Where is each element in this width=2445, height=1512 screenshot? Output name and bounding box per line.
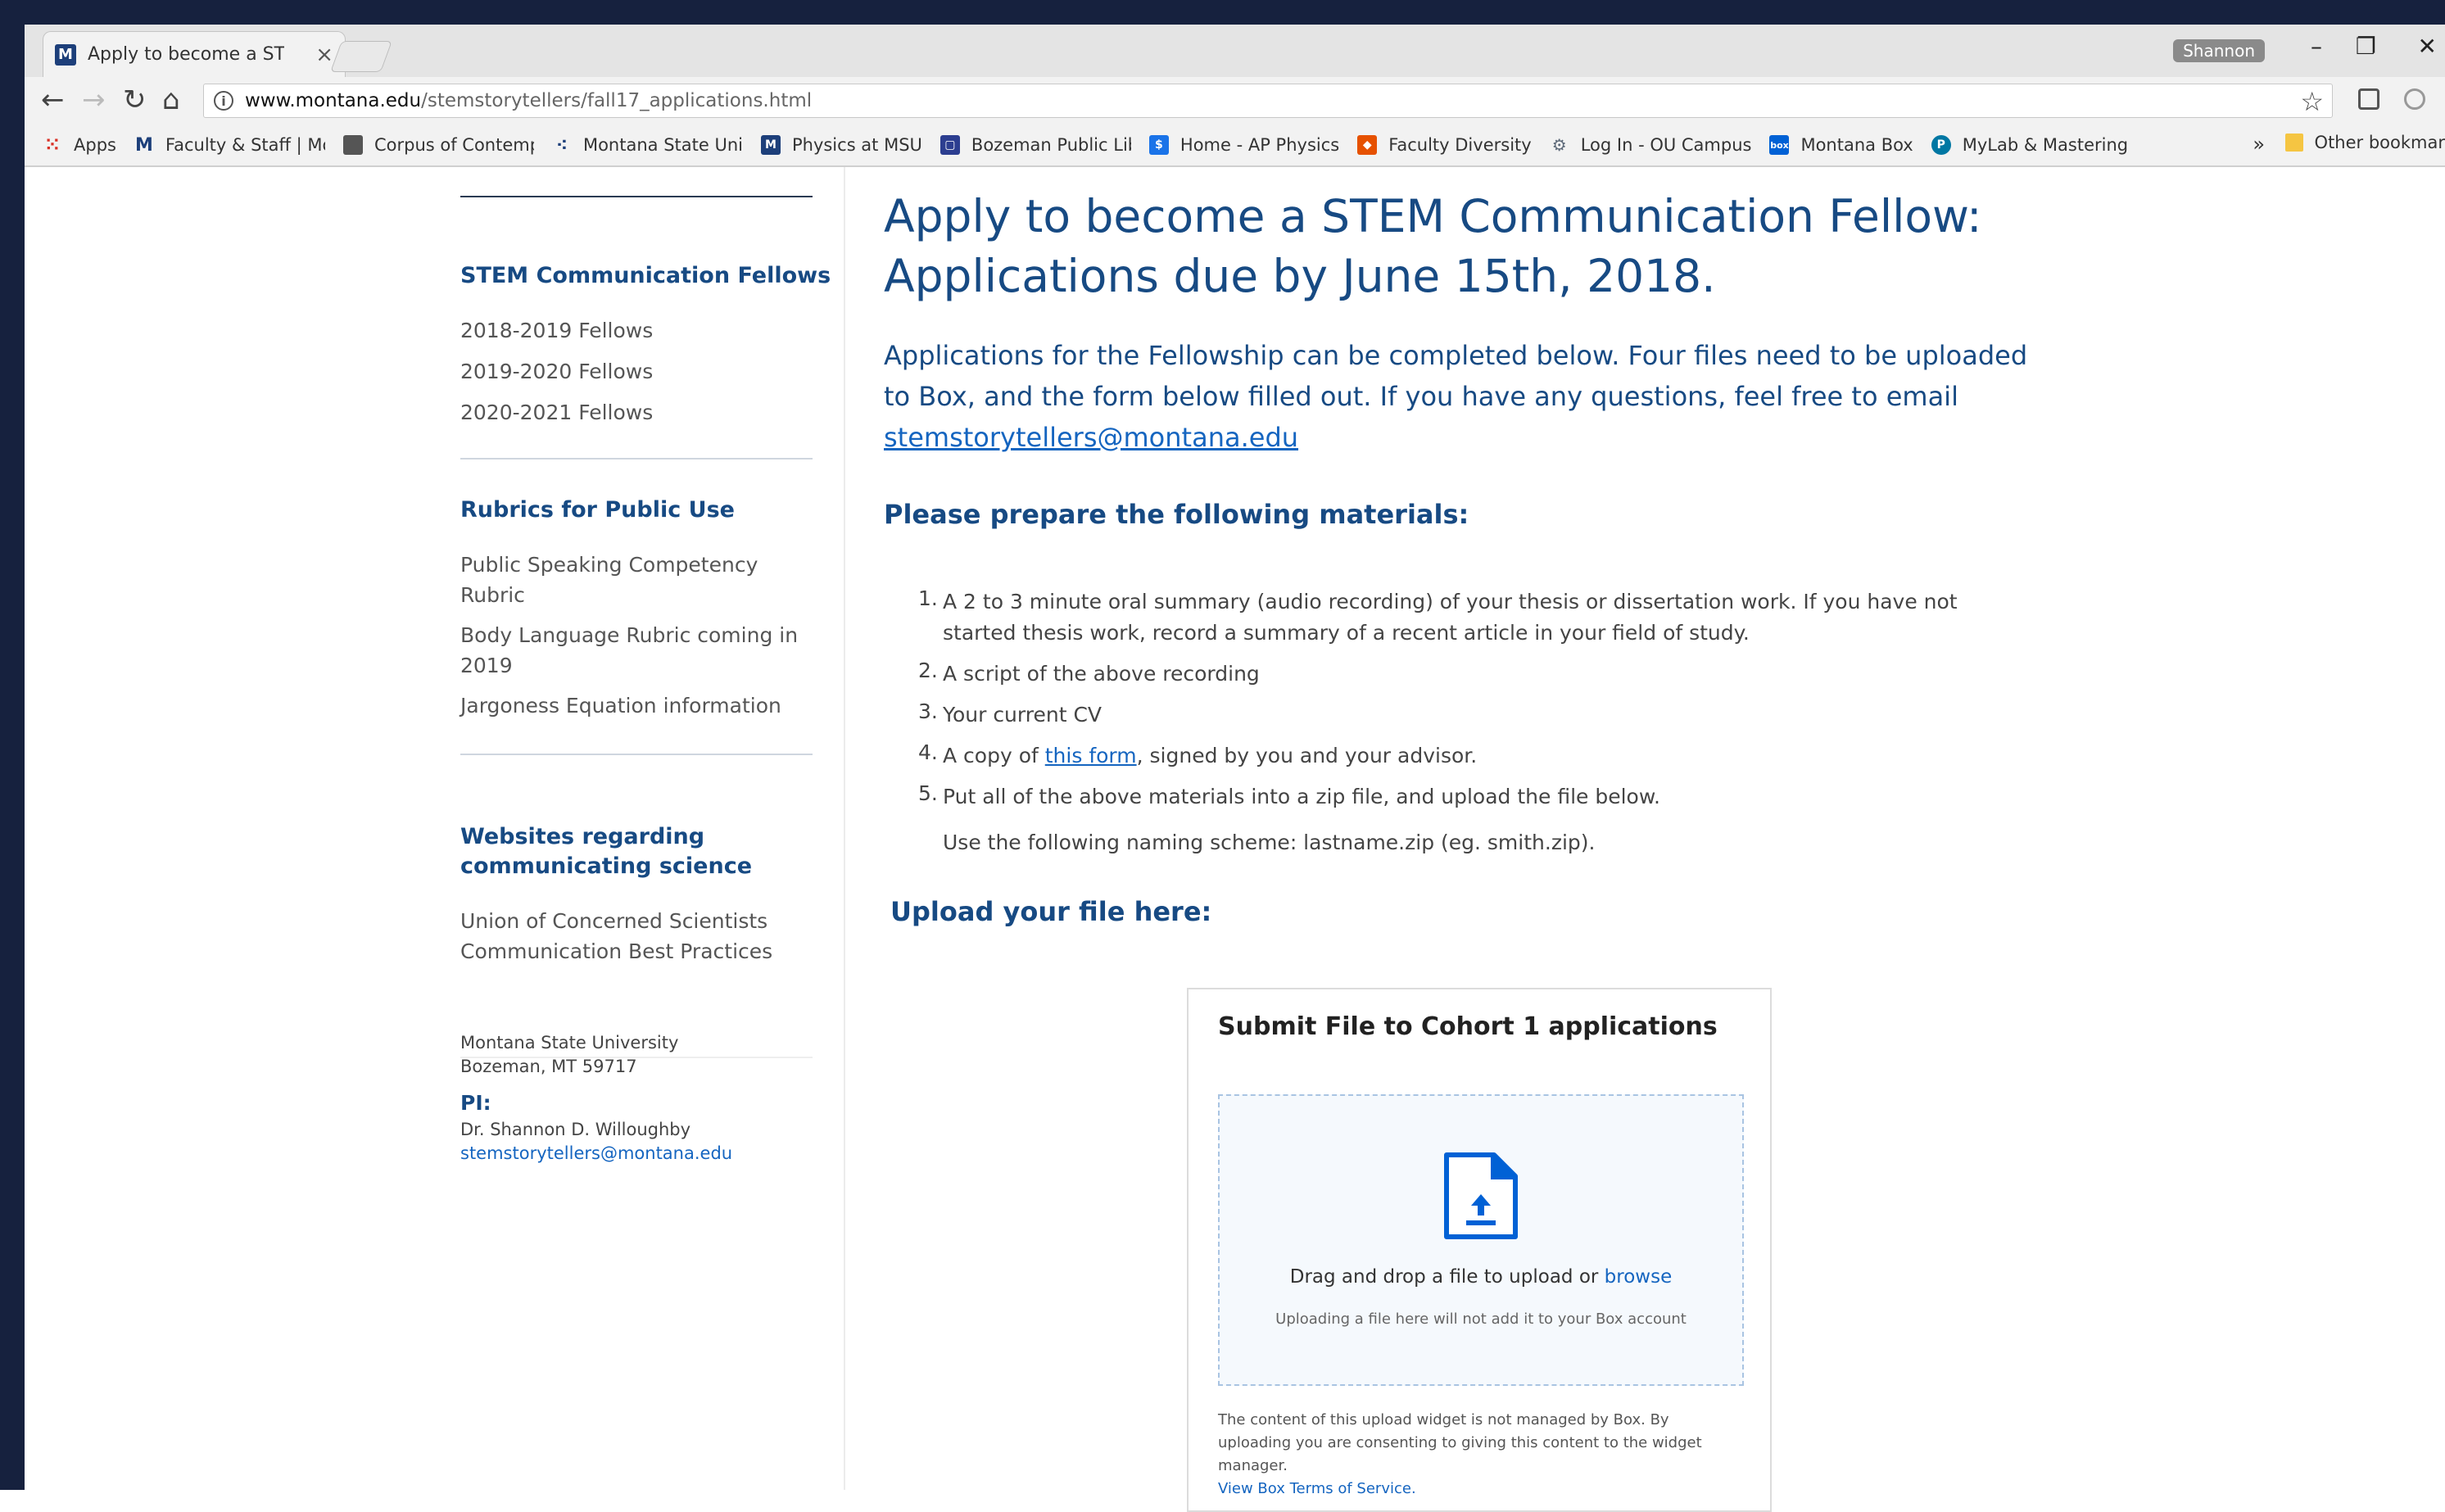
this-form-link[interactable]: this form — [1045, 744, 1137, 767]
materials-heading: Please prepare the following materials: — [884, 499, 1469, 530]
toolbar: ← → ↻ ⌂ i www.montana.edu/stemstorytelle… — [25, 77, 2445, 123]
tab-active[interactable]: M Apply to become a STEM × — [43, 31, 346, 77]
forward-icon[interactable]: → — [82, 84, 106, 116]
bookmarks-overflow-button[interactable]: » — [2253, 133, 2265, 156]
sidebar-item-body-language-rubric[interactable]: Body Language Rubric coming in 2019 — [460, 620, 813, 681]
bookmark-bozeman-library[interactable]: ▢ Bozeman Public Libr — [940, 135, 1131, 155]
bookmark-ap-physics[interactable]: $ Home - AP Physics — [1148, 135, 1339, 155]
home-icon[interactable]: ⌂ — [162, 84, 180, 116]
sidebar: STEM Communication Fellows 2018-2019 Fel… — [460, 167, 837, 1058]
msu-logo-icon: M — [760, 135, 781, 155]
sidebar-rule — [460, 196, 813, 197]
browse-link[interactable]: browse — [1605, 1266, 1673, 1288]
sidebar-item-ucs-best-practices[interactable]: Union of Concerned Scientists Communicat… — [460, 906, 788, 967]
address-bar[interactable]: i www.montana.edu/stemstorytellers/fall1… — [203, 84, 2333, 118]
widget-title: Submit File to Cohort 1 applications — [1218, 1012, 1718, 1041]
ap-physics-icon: $ — [1148, 135, 1169, 155]
sidebar-heading-rubrics[interactable]: Rubrics for Public Use — [460, 496, 837, 525]
back-icon[interactable]: ← — [41, 84, 65, 116]
footer-org: Montana State University — [460, 1033, 679, 1053]
close-window-icon[interactable]: ✕ — [2418, 33, 2437, 60]
page-title: Apply to become a STEM Communication Fel… — [884, 190, 1982, 302]
file-dropzone[interactable]: Drag and drop a file to upload or browse… — [1218, 1094, 1744, 1386]
extension-icon[interactable] — [2358, 88, 2379, 110]
url-text: www.montana.edu/stemstorytellers/fall17_… — [245, 90, 813, 111]
page-content: STEM Communication Fellows 2018-2019 Fel… — [25, 167, 2445, 1512]
sidebar-rule — [460, 754, 813, 755]
bookmark-corpus[interactable]: Corpus of Contemp — [342, 135, 534, 155]
page-icon — [342, 135, 363, 155]
close-icon[interactable]: × — [315, 43, 333, 67]
window-frame-top — [0, 0, 2445, 25]
apps-grid-icon: ⁙ — [44, 134, 61, 156]
footer-contact: Montana State University Bozeman, MT 597… — [460, 1031, 821, 1166]
msu-logo-icon: M — [135, 134, 153, 156]
drop-instructions: Drag and drop a file to upload or browse — [1289, 1266, 1673, 1288]
bookmarks-bar: ⁙Apps MFaculty & Staff | Mon Corpus of C… — [25, 124, 2445, 165]
window-frame-left — [0, 0, 25, 1490]
box-icon: box — [1769, 135, 1790, 155]
sidebar-rule — [460, 458, 813, 459]
tab-title: Apply to become a STEM — [88, 44, 284, 65]
profile-button[interactable]: Shannon — [2173, 39, 2265, 62]
bookmark-faculty-staff[interactable]: MFaculty & Staff | Mon — [134, 134, 325, 156]
star-icon[interactable]: ☆ — [2300, 86, 2324, 117]
ou-campus-icon: ⚙ — [1551, 135, 1567, 155]
box-terms-link[interactable]: View Box Terms of Service. — [1218, 1480, 1416, 1497]
browser-chrome: M Apply to become a STEM × Shannon – ❐ ✕… — [25, 25, 2445, 167]
minimize-icon[interactable]: – — [2311, 33, 2322, 60]
bookmark-montana-state[interactable]: ⁖ Montana State Univ — [552, 135, 743, 155]
bookmark-apps[interactable]: ⁙ Apps — [43, 134, 116, 156]
drop-subtext: Uploading a file here will not add it to… — [1275, 1311, 1687, 1328]
bookmark-physics-msu[interactable]: M Physics at MSU — [760, 135, 922, 155]
upload-widget: Submit File to Cohort 1 applications Dra… — [1187, 988, 1772, 1512]
sidebar-item-jargoness-equation[interactable]: Jargoness Equation information — [460, 690, 813, 721]
footer-city: Bozeman, MT 59717 — [460, 1057, 637, 1076]
sidebar-heading-fellows[interactable]: STEM Communication Fellows — [460, 261, 837, 291]
widget-disclaimer: The content of this upload widget is not… — [1218, 1411, 1702, 1497]
diversity-icon: ◆ — [1357, 135, 1378, 155]
tab-strip: M Apply to become a STEM × Shannon – ❐ ✕ — [25, 25, 2445, 77]
info-icon[interactable]: i — [214, 91, 233, 111]
bookmark-mylab[interactable]: P MyLab & Mastering — [1931, 135, 2128, 155]
new-tab-button[interactable] — [330, 41, 392, 72]
restore-icon[interactable]: ❐ — [2356, 33, 2376, 60]
sidebar-item-fellows-2020[interactable]: 2020-2021 Fellows — [460, 392, 837, 433]
msu-favicon-icon: M — [55, 43, 76, 66]
footer-pi-label: PI: — [460, 1091, 491, 1115]
sidebar-item-public-speaking-rubric[interactable]: Public Speaking Competency Rubric — [460, 550, 813, 610]
reload-icon[interactable]: ↻ — [123, 84, 147, 116]
bookmark-montana-box[interactable]: box Montana Box — [1769, 135, 1913, 155]
footer-email-link[interactable]: stemstorytellers@montana.edu — [460, 1143, 732, 1163]
intro-paragraph: Applications for the Fellowship can be c… — [884, 340, 2028, 453]
sidebar-item-fellows-2019[interactable]: 2019-2020 Fellows — [460, 351, 837, 392]
footer-pi-name: Dr. Shannon D. Willoughby — [460, 1120, 691, 1139]
upload-heading: Upload your file here: — [890, 896, 1212, 927]
sidebar-item-fellows-2018[interactable]: 2018-2019 Fellows — [460, 310, 837, 351]
other-bookmarks[interactable]: Other bookmar — [2284, 133, 2445, 152]
library-icon: ▢ — [940, 135, 960, 155]
intro-email-link[interactable]: stemstorytellers@montana.edu — [884, 422, 1298, 453]
folder-icon — [2284, 134, 2303, 152]
file-upload-icon — [1444, 1152, 1518, 1239]
bookmark-faculty-diversity[interactable]: ◆ Faculty Diversity — [1357, 135, 1532, 155]
mylab-icon: P — [1931, 135, 1951, 155]
column-divider — [844, 167, 845, 1490]
sidebar-heading-websites[interactable]: Websites regarding communicating science — [460, 822, 755, 881]
extension-circle-icon[interactable] — [2404, 88, 2425, 110]
bookmark-ou-campus[interactable]: ⚙ Log In - OU Campus — [1550, 135, 1752, 155]
dots-icon: ⁖ — [556, 135, 568, 155]
